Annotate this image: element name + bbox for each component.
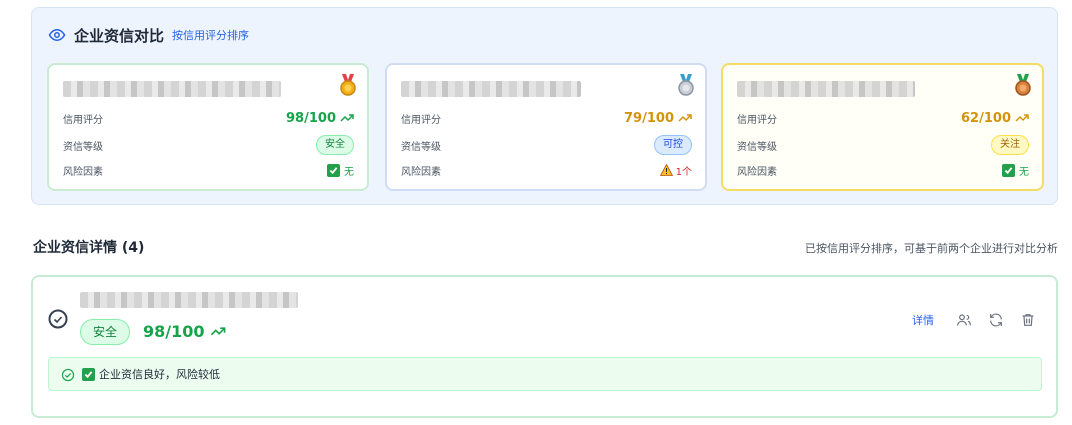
credit-score-value: 98/100: [286, 111, 354, 126]
eye-icon: [48, 26, 66, 44]
credit-score-value: 98/100: [143, 322, 226, 341]
gold-medal-icon: [338, 74, 358, 96]
bronze-medal-icon: [1013, 74, 1033, 96]
detail-actions: 详情: [912, 312, 1036, 328]
risk-factors-value: 无: [1019, 166, 1029, 178]
credit-level-label: 资信等级: [63, 141, 103, 153]
risk-factors-value: 无: [344, 166, 354, 178]
credit-score-label: 信用评分: [737, 114, 777, 126]
risk-factors-row: 风险因素 1个: [401, 160, 692, 180]
credit-score-label: 信用评分: [63, 114, 103, 126]
credit-score-value: 79/100: [624, 111, 692, 126]
check-icon: [1002, 163, 1015, 177]
status-ring-icon: [47, 308, 69, 330]
risk-factors-label: 风险因素: [401, 166, 441, 178]
compare-title: 企业资信对比: [74, 26, 165, 45]
risk-factors-row: 风险因素 无: [63, 160, 354, 180]
check-icon: [327, 163, 340, 177]
silver-medal-icon: [676, 74, 696, 96]
credit-level-row: 资信等级 可控: [401, 135, 692, 155]
detail-link[interactable]: 详情: [912, 312, 934, 328]
trend-up-icon: [340, 114, 354, 122]
risk-factors-label: 风险因素: [737, 166, 777, 178]
details-hint: 已按信用评分排序，可基于前两个企业进行对比分析: [805, 242, 1058, 255]
trend-up-icon: [1015, 114, 1029, 122]
trash-icon[interactable]: [1020, 312, 1036, 328]
check-circle-icon: [61, 367, 75, 382]
refresh-icon[interactable]: [988, 312, 1004, 328]
company-name-blurred: [80, 292, 298, 308]
detail-card: 安全 98/100 详情 企业资信良好，风险较低: [31, 275, 1058, 418]
status-badge: 安全: [316, 135, 354, 155]
assessment-note: 企业资信良好，风险较低: [48, 357, 1042, 391]
users-icon[interactable]: [956, 312, 972, 328]
credit-score-row: 信用评分 62/100: [737, 108, 1029, 128]
credit-score-row: 信用评分 98/100: [63, 108, 354, 128]
compare-card-1[interactable]: 信用评分 98/100 资信等级 安全 风险因素 无: [47, 63, 369, 191]
credit-level-row: 资信等级 关注: [737, 135, 1029, 155]
compare-card-3[interactable]: 信用评分 62/100 资信等级 关注 风险因素 无: [721, 63, 1044, 191]
credit-score-row: 信用评分 79/100: [401, 108, 692, 128]
status-badge: 关注: [991, 135, 1029, 155]
assessment-note-text: 企业资信良好，风险较低: [99, 368, 220, 381]
company-name-blurred: [737, 81, 915, 97]
risk-factors-value: 1个: [675, 166, 692, 178]
status-badge: 可控: [654, 135, 692, 155]
company-name-blurred: [63, 81, 281, 97]
compare-header: 企业资信对比 按信用评分排序: [48, 24, 249, 46]
compare-panel: 企业资信对比 按信用评分排序 信用评分 98/100 资信等级 安全 风险因素 …: [31, 7, 1058, 205]
trend-up-icon: [678, 114, 692, 122]
details-title: 企业资信详情 (4): [33, 240, 145, 256]
credit-level-label: 资信等级: [737, 141, 777, 153]
compare-card-2[interactable]: 信用评分 79/100 资信等级 可控 风险因素 1个: [385, 63, 707, 191]
credit-score-value: 62/100: [961, 111, 1029, 126]
sort-by-score-label[interactable]: 按信用评分排序: [172, 27, 249, 43]
status-badge: 安全: [80, 319, 131, 345]
credit-level-label: 资信等级: [401, 141, 441, 153]
company-name-blurred: [401, 81, 581, 97]
check-icon: [82, 367, 95, 381]
risk-factors-label: 风险因素: [63, 166, 103, 178]
credit-score-label: 信用评分: [401, 114, 441, 126]
credit-level-row: 资信等级 安全: [63, 135, 354, 155]
trend-up-icon: [210, 327, 225, 336]
warning-icon: [659, 164, 673, 176]
risk-factors-row: 风险因素 无: [737, 160, 1029, 180]
